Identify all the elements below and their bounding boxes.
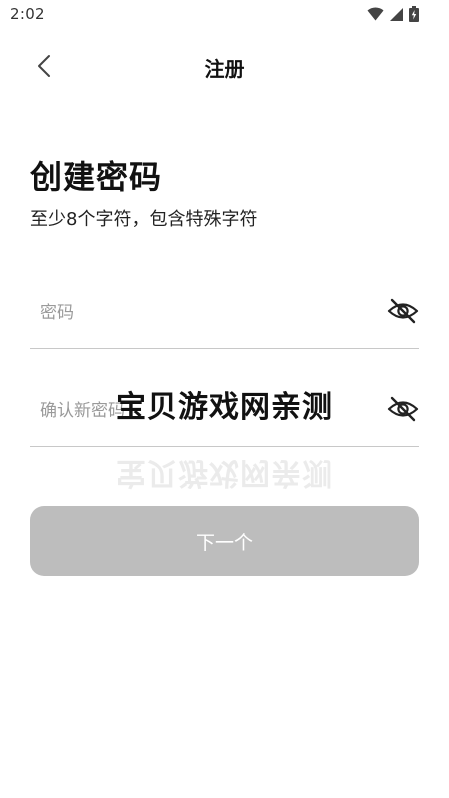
- eye-off-icon: [387, 396, 419, 426]
- password-input[interactable]: [30, 296, 380, 330]
- signal-icon: [389, 7, 404, 22]
- password-visibility-toggle[interactable]: [387, 298, 419, 328]
- wifi-icon: [367, 7, 384, 21]
- password-requirements-text: 至少8个字符，包含特殊字符: [30, 209, 258, 230]
- app-bar: 注册: [0, 40, 449, 96]
- confirm-password-visibility-toggle[interactable]: [387, 396, 419, 426]
- next-button[interactable]: 下一个: [30, 506, 419, 576]
- eye-off-icon: [387, 298, 419, 328]
- status-bar: 2:02: [0, 0, 449, 30]
- create-password-heading: 创建密码: [30, 158, 163, 196]
- confirm-password-input[interactable]: [30, 394, 380, 428]
- confirm-password-field: [30, 376, 419, 447]
- page-title: 注册: [204, 57, 245, 81]
- status-time: 2:02: [10, 5, 45, 23]
- watermark-reflection: 宝贝游戏网亲测: [116, 455, 333, 490]
- battery-icon: [409, 6, 419, 22]
- status-icons: [367, 6, 419, 22]
- password-field: [30, 278, 419, 349]
